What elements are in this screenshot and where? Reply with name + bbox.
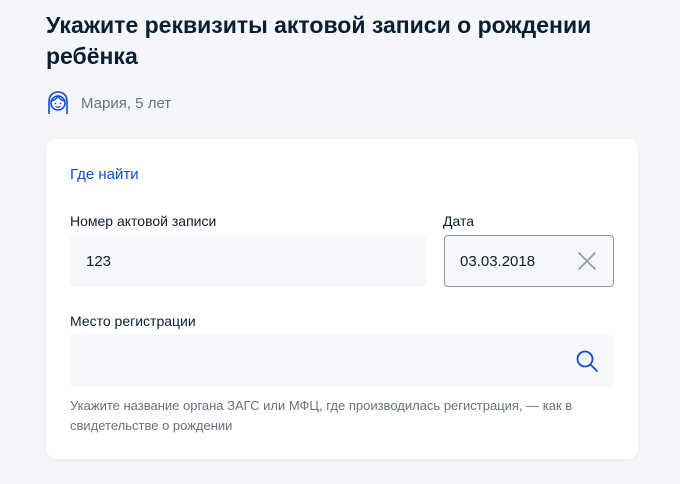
record-number-label: Номер актовой записи	[70, 213, 217, 229]
date-label: Дата	[443, 213, 475, 229]
child-name: Мария, 5 лет	[81, 94, 172, 112]
registration-place-input[interactable]	[86, 335, 566, 387]
girl-avatar-icon	[48, 91, 68, 114]
date-field[interactable]	[444, 235, 614, 287]
search-button[interactable]	[574, 348, 600, 374]
close-icon	[578, 252, 596, 270]
record-number-field[interactable]	[70, 235, 427, 287]
registration-place-field[interactable]	[70, 335, 614, 387]
record-form-card: Где найти Номер актовой записи Дата Мест…	[46, 139, 638, 459]
date-input[interactable]	[460, 236, 570, 286]
registration-place-label: Место регистрации	[70, 313, 196, 329]
search-icon	[576, 350, 598, 372]
record-number-input[interactable]	[86, 235, 406, 287]
clear-date-button[interactable]	[575, 249, 599, 273]
registration-place-hint: Укажите название органа ЗАГС или МФЦ, гд…	[70, 398, 573, 433]
page-title: Укажите реквизиты актовой записи о рожде…	[46, 12, 592, 69]
where-to-find-link[interactable]: Где найти	[70, 166, 139, 183]
child-info: Мария, 5 лет	[46, 89, 171, 117]
